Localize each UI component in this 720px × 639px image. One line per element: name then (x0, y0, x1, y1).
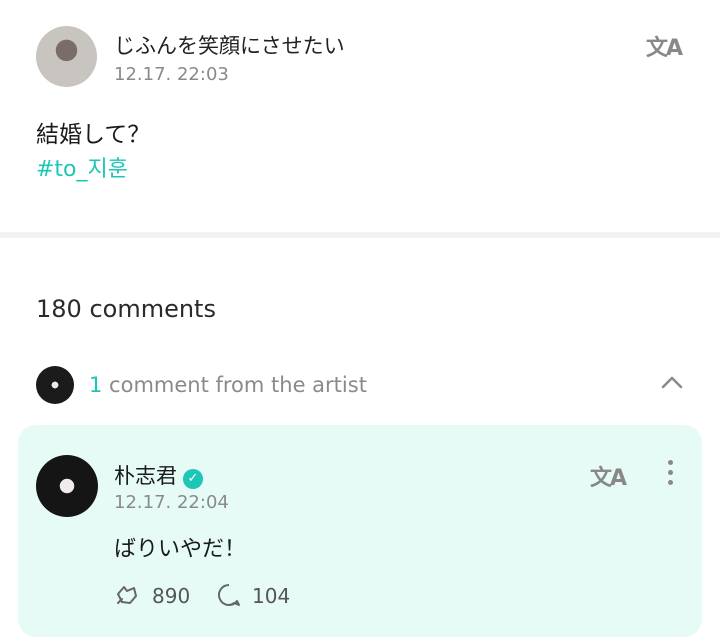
chevron-up-icon[interactable] (660, 370, 684, 394)
verified-badge-icon: ✓ (183, 469, 203, 489)
artist-comment-body: ばりいやだ！ (114, 537, 247, 562)
more-options-icon[interactable] (662, 460, 678, 492)
artist-name[interactable]: 朴志君 ✓ (114, 460, 203, 490)
post-body: 結婚して？ (36, 122, 151, 148)
artist-avatar-small (36, 366, 74, 404)
post-timestamp: 12.17. 22:03 (114, 64, 229, 85)
artist-comment-toggle[interactable]: 1 comment from the artist (89, 373, 367, 397)
reply-icon[interactable] (216, 582, 242, 608)
post-hashtag[interactable]: #to_지훈 (36, 151, 128, 183)
like-count: 890 (152, 584, 191, 608)
artist-comment-label: comment from the artist (102, 373, 367, 397)
comments-count: 180 comments (36, 295, 216, 323)
artist-avatar[interactable] (36, 455, 98, 517)
post-author-name[interactable]: じふんを笑顔にさせたい (114, 30, 345, 60)
artist-comment-timestamp: 12.17. 22:04 (114, 492, 229, 513)
post-author-avatar[interactable] (36, 26, 97, 87)
comment-translate-icon[interactable]: 文A (590, 460, 627, 492)
reply-count: 104 (252, 584, 291, 608)
translate-icon[interactable]: 文A (646, 30, 683, 62)
artist-comment-count: 1 (89, 373, 103, 397)
like-icon[interactable] (114, 582, 140, 608)
section-divider (0, 232, 720, 238)
artist-name-text: 朴志君 (114, 464, 177, 488)
